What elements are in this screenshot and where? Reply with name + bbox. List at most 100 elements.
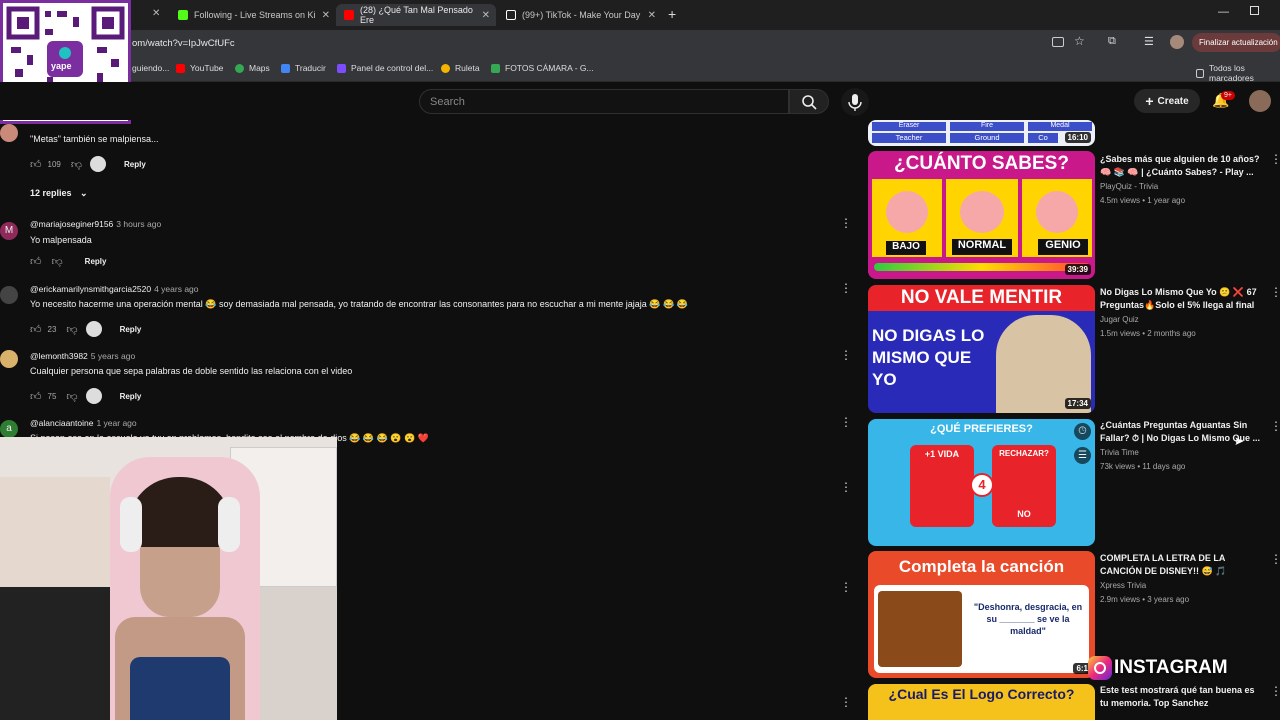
tab-youtube[interactable]: (28) ¿Qué Tan Mal Pensado Ere ✕ (336, 4, 496, 26)
more-options-icon[interactable]: ⋮ (840, 281, 852, 295)
video-thumbnail[interactable]: Completa la canción "Deshonra, desgracia… (868, 551, 1095, 678)
video-meta: 1.5m views • 2 months ago (1100, 329, 1196, 338)
duration-badge: 16:10 (1064, 132, 1091, 143)
profile-avatar[interactable] (1170, 35, 1184, 49)
more-options-icon[interactable]: ⋮ (840, 348, 852, 362)
more-options-icon[interactable]: ⋮ (840, 695, 852, 709)
video-thumbnail[interactable]: NO VALE MENTIR NO DIGAS LO MISMO QUE YO … (868, 285, 1095, 413)
comment-text: Yo malpensada (30, 235, 92, 245)
video-title[interactable]: No Digas Lo Mismo Que Yo 😕 ❌ 67 Pregunta… (1100, 286, 1265, 312)
more-options-icon[interactable]: ⋮ (840, 480, 852, 494)
maximize-icon[interactable] (1250, 6, 1259, 15)
video-meta: 2.9m views • 3 years ago (1100, 595, 1190, 604)
tab-close-icon[interactable]: ✕ (152, 8, 160, 19)
video-thumbnail[interactable]: Eraser Fire Medal Teacher Ground Co 16:1… (868, 120, 1095, 146)
like-icon[interactable]: 👍︎ (30, 255, 42, 268)
tab-close-icon[interactable]: ✕ (322, 10, 330, 21)
more-options-icon[interactable]: ⋮ (840, 415, 852, 429)
maps-icon (235, 63, 244, 73)
more-options-icon[interactable]: ⋮ (1270, 285, 1280, 299)
plus-icon: + (1145, 93, 1154, 109)
channel-name[interactable]: Trivia Time (1100, 448, 1139, 457)
channel-name[interactable]: Jugar Quiz (1100, 315, 1139, 324)
video-title[interactable]: Este test mostrará qué tan buena es tu m… (1100, 684, 1265, 710)
dislike-icon[interactable]: 👎︎ (66, 323, 77, 336)
tab-kick[interactable]: Following - Live Streams on Ki ✕ (170, 4, 336, 26)
replies-toggle[interactable]: 12 replies ⌄ (30, 188, 88, 199)
more-options-icon[interactable]: ⋮ (840, 216, 852, 230)
bookmark-all[interactable]: Todos los marcadores (1196, 63, 1280, 83)
install-app-icon[interactable] (1052, 37, 1064, 47)
bookmark-ruleta[interactable]: Ruleta (441, 63, 480, 73)
video-thumbnail[interactable]: ¿QUÉ PREFIERES? +1 VIDA RECHAZAR? 4 NO 🕒… (868, 419, 1095, 546)
channel-name[interactable]: Xpress Trivia (1100, 581, 1146, 590)
dislike-icon[interactable]: 👎︎ (71, 158, 82, 171)
tab-label: (28) ¿Qué Tan Mal Pensado Ere (360, 5, 473, 25)
like-icon[interactable]: 👍︎ (30, 323, 42, 336)
like-count: 75 (47, 391, 57, 401)
video-thumbnail[interactable]: ¿Cual Es El Logo Correcto? (868, 684, 1095, 720)
yape-logo: yape (51, 61, 72, 71)
instagram-label: INSTAGRAM (1114, 657, 1228, 678)
bookmark-youtube[interactable]: YouTube (176, 63, 223, 73)
more-options-icon[interactable]: ⋮ (1270, 552, 1280, 566)
avatar (0, 286, 18, 304)
webcam-overlay (0, 437, 337, 720)
reply-button[interactable]: Reply (120, 325, 142, 334)
bookmark-panel[interactable]: Panel de control del... (337, 63, 433, 73)
search-button[interactable] (789, 89, 829, 114)
watch-later-icon[interactable]: 🕒︎ (1074, 423, 1091, 440)
comment-author[interactable]: @alanciaantoine 1 year ago (30, 418, 137, 428)
bookmark-maps[interactable]: Maps (235, 63, 270, 73)
search-input[interactable]: Search (419, 89, 789, 114)
add-to-queue-icon[interactable]: ☰ (1074, 447, 1091, 464)
dark-area (0, 587, 110, 720)
url-field[interactable]: om/watch?v=IpJwCfUFc (132, 38, 235, 49)
avatar: M (0, 222, 18, 240)
tab-close-icon[interactable]: ✕ (648, 10, 656, 21)
new-tab-icon[interactable]: + (668, 6, 676, 22)
like-icon[interactable]: 👍︎ (30, 390, 42, 403)
media-icon[interactable]: ☰ (1144, 35, 1154, 48)
comment-author[interactable]: @lemonth3982 5 years ago (30, 351, 135, 361)
reply-button[interactable]: Reply (85, 257, 107, 266)
more-options-icon[interactable]: ⋮ (1270, 684, 1280, 698)
dislike-icon[interactable]: 👎︎ (52, 255, 63, 268)
comment-author[interactable]: @mariajoseginer9156 3 hours ago (30, 219, 161, 229)
minimize-icon[interactable]: — (1218, 6, 1229, 18)
youtube-icon (176, 63, 185, 73)
bookmark-star-icon[interactable]: ☆ (1074, 34, 1085, 48)
bookmark-fotos[interactable]: FOTOS CÁMARA - G... (491, 63, 594, 73)
reply-button[interactable]: Reply (120, 392, 142, 401)
more-options-icon[interactable]: ⋮ (840, 580, 852, 594)
tab-close-icon[interactable]: ✕ (482, 10, 490, 21)
tab-label: (99+) TikTok - Make Your Day (522, 10, 641, 20)
more-options-icon[interactable]: ⋮ (1270, 152, 1280, 166)
account-avatar[interactable] (1249, 90, 1271, 112)
bed (0, 477, 110, 587)
comment-actions: 👍︎ 109 👎︎ Reply (30, 156, 146, 172)
extensions-icon[interactable]: ⧉ (1108, 35, 1116, 48)
update-button[interactable]: Finalizar actualización (1192, 33, 1280, 52)
voice-search-button[interactable] (841, 88, 869, 116)
bookmark-translate[interactable]: Traducir (281, 63, 326, 73)
kick-icon (178, 10, 188, 20)
video-thumbnail[interactable]: ¿CUÁNTO SABES? BAJO NORMAL GENIO 39:39 (868, 151, 1095, 279)
dislike-icon[interactable]: 👎︎ (66, 390, 77, 403)
address-bar: om/watch?v=IpJwCfUFc ☆ ⧉ ☰ Finalizar act… (0, 30, 1280, 56)
video-title[interactable]: COMPLETA LA LETRA DE LA CANCIÓN DE DISNE… (1100, 552, 1265, 578)
channel-name[interactable]: PlayQuiz - Trivia (1100, 182, 1158, 191)
like-icon[interactable]: 👍︎ (30, 158, 42, 171)
bookmark-item[interactable]: guiendo... (132, 63, 169, 73)
more-options-icon[interactable]: ⋮ (1270, 419, 1280, 433)
reply-button[interactable]: Reply (124, 160, 146, 169)
avatar (0, 350, 18, 368)
comment-author[interactable]: @erickamarilynsmithgarcia2520 4 years ago (30, 284, 199, 294)
create-button[interactable]: + Create (1134, 89, 1200, 113)
video-title[interactable]: ¿Sabes más que alguien de 10 años? 🧠 📚 🧠… (1100, 153, 1265, 179)
top (130, 657, 230, 720)
video-meta: 73k views • 11 days ago (1100, 462, 1186, 471)
search-icon (802, 95, 817, 110)
tab-tiktok[interactable]: (99+) TikTok - Make Your Day ✕ (498, 4, 662, 26)
lion-image (878, 591, 962, 667)
